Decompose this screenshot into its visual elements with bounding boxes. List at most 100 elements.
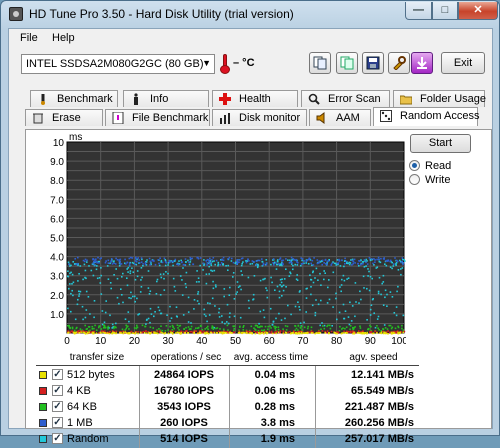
series-checkbox[interactable]: ✓ — [52, 385, 63, 396]
data-point — [112, 326, 114, 328]
save-button[interactable] — [362, 52, 384, 74]
data-point — [124, 258, 126, 261]
data-point — [279, 257, 282, 259]
data-point — [178, 329, 180, 331]
data-point — [115, 332, 118, 334]
data-point — [77, 280, 79, 282]
data-point — [303, 321, 305, 324]
copy-screen-button[interactable] — [336, 52, 358, 74]
data-point — [223, 288, 226, 290]
data-point — [365, 258, 368, 261]
tab-folder-usage[interactable]: Folder Usage — [393, 90, 486, 107]
data-point — [349, 301, 351, 304]
data-point — [300, 325, 303, 327]
data-point — [107, 325, 110, 328]
data-point — [91, 325, 94, 328]
data-point — [342, 274, 345, 277]
tab-disk-monitor[interactable]: Disk monitor — [212, 109, 307, 126]
data-point — [155, 293, 158, 295]
close-button[interactable]: ✕ — [458, 2, 498, 20]
data-point — [320, 284, 322, 286]
tab-erase[interactable]: Erase — [25, 109, 103, 126]
access-time-value: 0.06 ms — [254, 385, 295, 397]
data-point — [362, 262, 364, 265]
data-point — [104, 311, 107, 314]
menu-help[interactable]: Help — [52, 32, 75, 44]
data-point — [171, 332, 174, 334]
data-point — [86, 259, 88, 262]
data-point — [269, 325, 271, 327]
data-point — [320, 260, 322, 263]
radio-read[interactable]: Read — [409, 159, 489, 173]
tab-info[interactable]: Info — [123, 90, 209, 107]
menu-file[interactable]: File — [20, 32, 38, 44]
tab-aam[interactable]: AAM — [309, 109, 371, 126]
data-point — [172, 264, 174, 267]
data-point — [250, 325, 253, 328]
data-point — [190, 322, 192, 324]
series-checkbox[interactable]: ✓ — [52, 369, 63, 380]
data-point — [192, 263, 194, 265]
data-point — [218, 316, 221, 318]
data-point — [168, 259, 171, 262]
data-point — [98, 332, 100, 334]
data-point — [128, 328, 130, 330]
series-checkbox[interactable]: ✓ — [52, 417, 63, 428]
series-checkbox[interactable]: ✓ — [52, 401, 63, 412]
data-point — [208, 273, 210, 275]
data-point — [377, 327, 379, 329]
data-point — [152, 327, 154, 329]
data-point — [362, 275, 365, 278]
data-point — [351, 305, 354, 307]
series-checkbox[interactable]: ✓ — [52, 433, 63, 444]
data-point — [293, 330, 295, 332]
tab-benchmark[interactable]: Benchmark — [30, 90, 118, 107]
data-point — [297, 301, 299, 303]
y-tick-label: 4.0 — [50, 253, 64, 264]
exit-button[interactable]: Exit — [441, 52, 485, 74]
maximize-button[interactable]: □ — [432, 2, 458, 20]
copy-info-button[interactable] — [309, 52, 331, 74]
data-point — [133, 327, 136, 329]
data-point — [149, 260, 152, 263]
title-bar[interactable]: HD Tune Pro 3.50 - Hard Disk Utility (tr… — [1, 1, 499, 27]
data-point — [326, 262, 328, 264]
data-point — [189, 328, 191, 330]
tab-file-benchmark[interactable]: File Benchmark — [105, 109, 210, 126]
table-row: ✓ Random 514 IOPS 1.9 ms 257.017 MB/s — [26, 432, 426, 447]
data-point — [140, 286, 143, 288]
data-point — [328, 279, 330, 281]
drive-select[interactable]: INTEL SSDSA2M080G2GC (80 GB) ▼ — [21, 54, 215, 74]
options-button[interactable] — [388, 52, 410, 74]
data-point — [67, 275, 70, 278]
data-point — [70, 292, 72, 295]
tab-error-scan[interactable]: Error Scan — [301, 90, 390, 107]
data-point — [259, 330, 261, 332]
data-point — [331, 325, 333, 327]
data-point — [378, 276, 381, 279]
data-point — [82, 259, 85, 262]
radio-write-label: Write — [425, 174, 451, 186]
data-point — [310, 332, 313, 334]
data-point — [319, 272, 321, 275]
data-point — [321, 263, 323, 266]
data-point — [195, 330, 197, 332]
data-point — [193, 299, 196, 301]
data-point — [275, 262, 277, 264]
download-button[interactable] — [411, 52, 433, 74]
minimize-button[interactable]: — — [405, 2, 432, 20]
radio-write[interactable]: Write — [409, 173, 489, 187]
data-point — [272, 258, 275, 260]
data-point — [389, 260, 391, 263]
data-point — [109, 331, 111, 333]
data-point — [159, 273, 162, 276]
data-point — [391, 332, 394, 335]
data-point — [366, 332, 368, 335]
data-point — [382, 304, 385, 306]
data-point — [316, 262, 319, 265]
tab-random-access[interactable]: Random Access — [373, 107, 479, 126]
tab-health[interactable]: Health — [212, 90, 298, 107]
start-button[interactable]: Start — [410, 134, 471, 153]
data-point — [240, 264, 243, 267]
data-point — [74, 258, 76, 260]
